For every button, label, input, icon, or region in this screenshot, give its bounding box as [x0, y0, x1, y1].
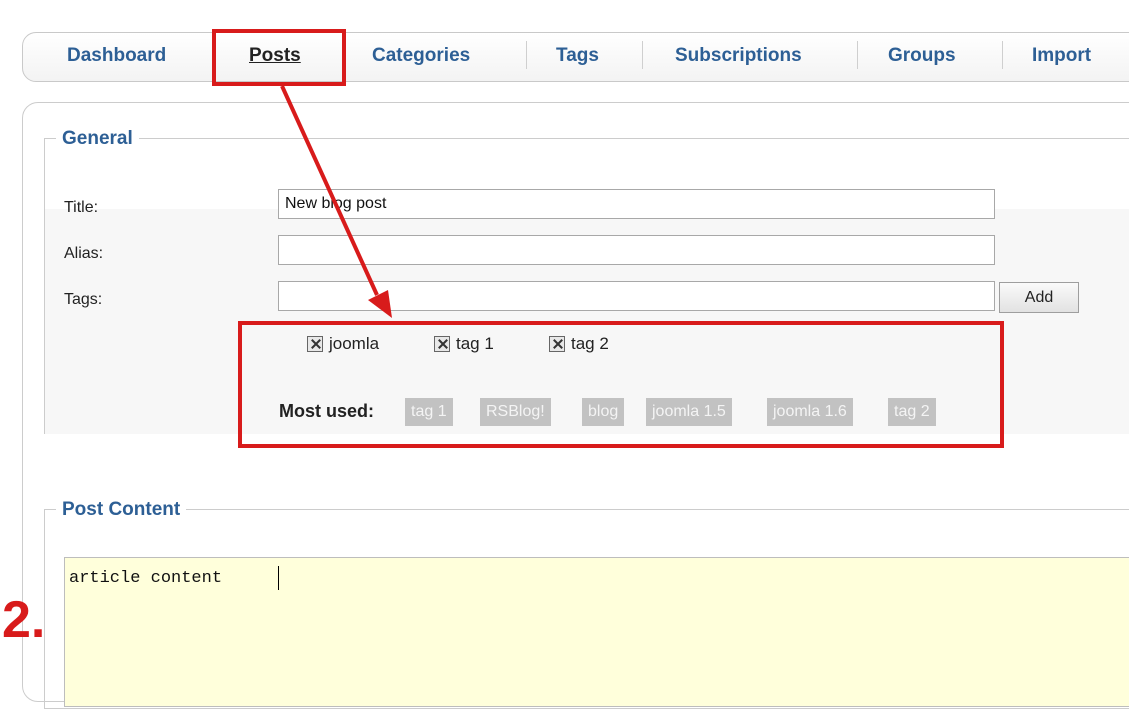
step-number: 2. — [2, 591, 46, 649]
annotation-arrow — [280, 85, 392, 318]
